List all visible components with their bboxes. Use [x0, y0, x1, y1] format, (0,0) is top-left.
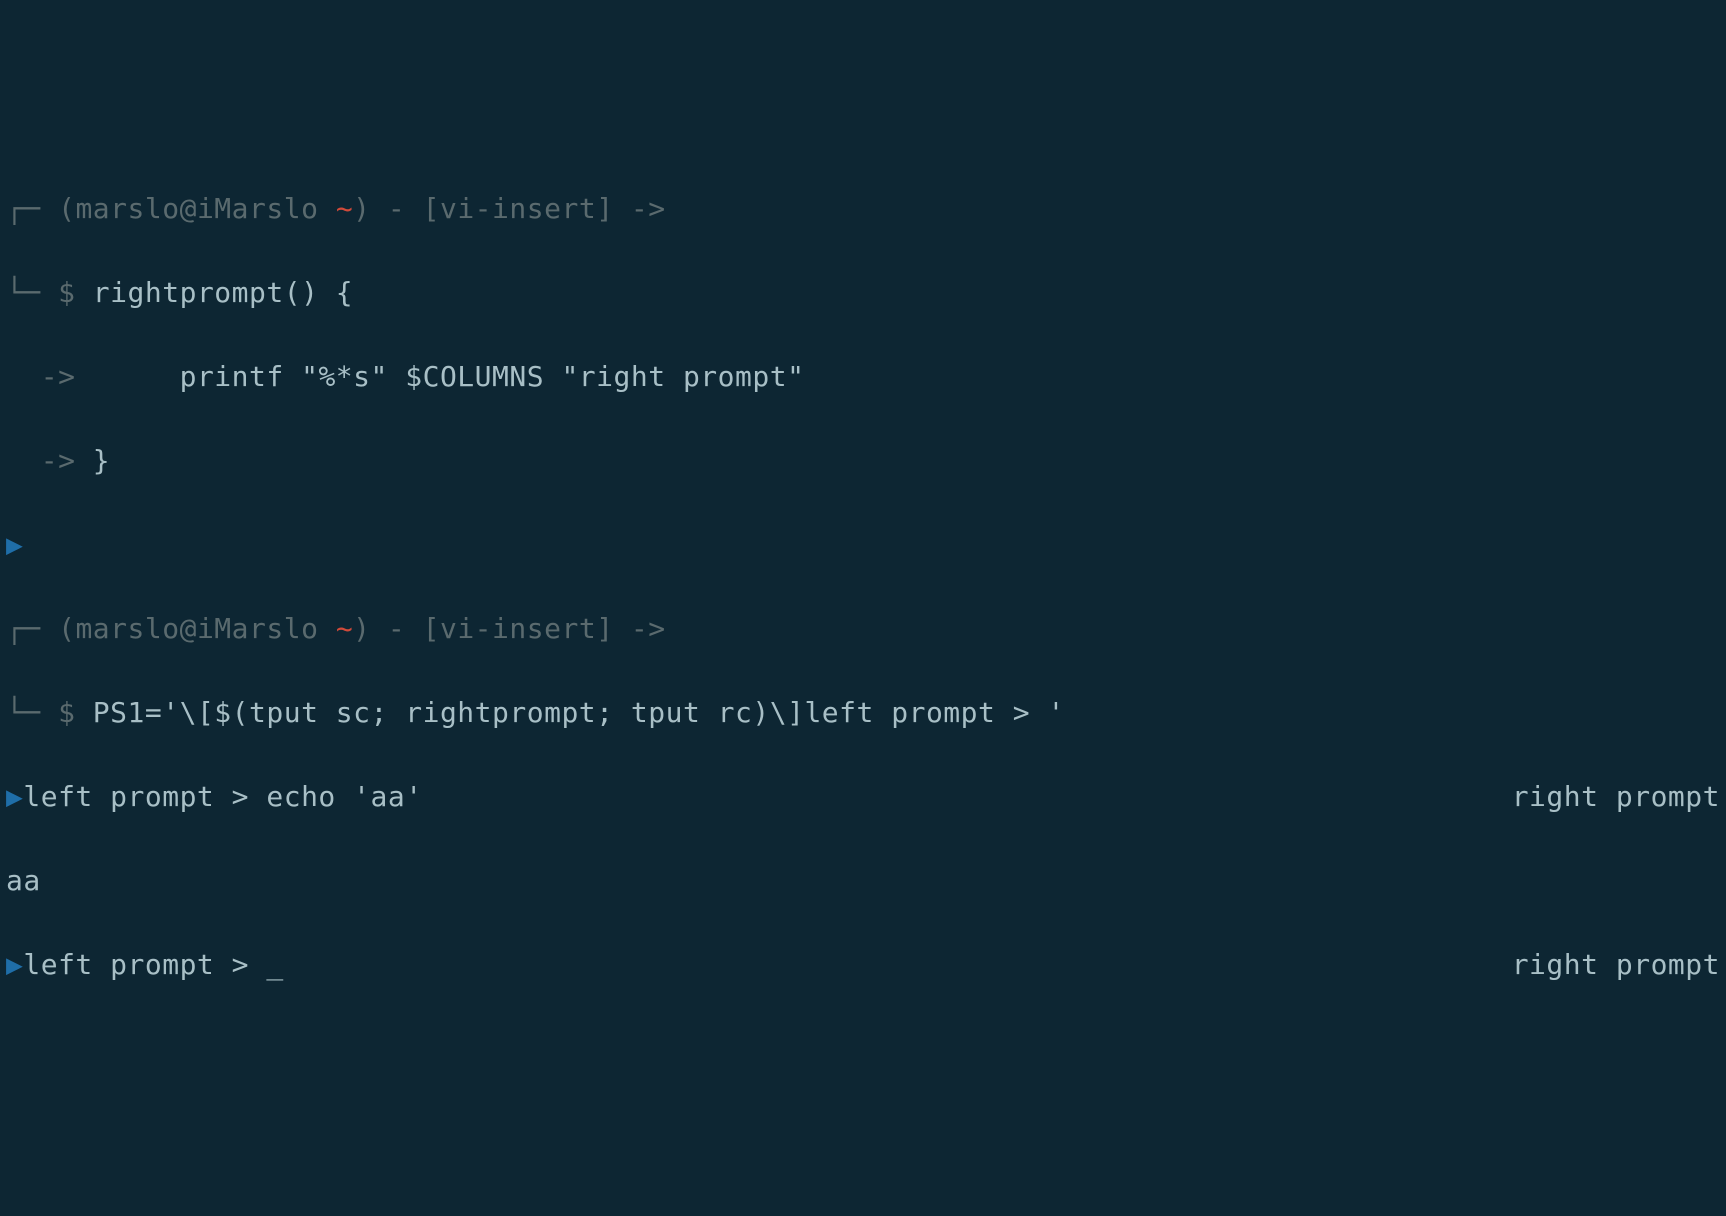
dollar-prompt: $ [58, 276, 93, 309]
cont-arrow-icon: -> [6, 360, 93, 393]
prompt-header-2: ┌─ (marslo@iMarslo ~) - [vi-insert] -> [6, 608, 1720, 650]
command-text: rightprompt() { [93, 276, 353, 309]
command-line-2[interactable]: └─ $ PS1='\[$(tput sc; rightprompt; tput… [6, 692, 1720, 734]
paren-close: ) [353, 192, 370, 225]
right-prompt-text: right prompt [1512, 776, 1720, 818]
bracket-open: ┌─ [6, 192, 58, 225]
sep: - [371, 192, 423, 225]
triangle-mark-icon: ▶ [6, 528, 23, 561]
prompt-header-1: ┌─ (marslo@iMarslo ~) - [vi-insert] -> [6, 188, 1720, 230]
output-line: aa [6, 860, 1720, 902]
bracket-open: ┌─ [6, 612, 58, 645]
mode-close: ] [596, 612, 613, 645]
paren-open: ( [58, 612, 75, 645]
vi-mode: vi-insert [440, 192, 596, 225]
arrow-icon: -> [614, 612, 666, 645]
mode-open: [ [423, 612, 440, 645]
cont-text: printf "%*s" $COLUMNS "right prompt" [93, 360, 805, 393]
continuation-line-1[interactable]: -> printf "%*s" $COLUMNS "right prompt" [6, 356, 1720, 398]
user-host: marslo@iMarslo [75, 192, 335, 225]
tilde-icon: ~ [336, 192, 353, 225]
bracket-close: └─ [6, 696, 58, 729]
command-text: PS1='\[$(tput sc; rightprompt; tput rc)\… [93, 696, 1065, 729]
result-line-2[interactable]: ▶left prompt > _ right prompt [6, 944, 1720, 986]
cursor-icon: _ [266, 948, 283, 981]
paren-close: ) [353, 612, 370, 645]
mode-open: [ [423, 192, 440, 225]
bracket-close: └─ [6, 276, 58, 309]
paren-open: ( [58, 192, 75, 225]
triangle-mark-icon: ▶ [6, 780, 23, 813]
tilde-icon: ~ [336, 612, 353, 645]
cont-arrow-icon: -> [6, 444, 93, 477]
cont-text: } [93, 444, 110, 477]
divider-mark-line: ▶ [6, 524, 1720, 566]
left-prompt-text: left prompt > [23, 948, 266, 981]
triangle-mark-icon: ▶ [6, 948, 23, 981]
left-prompt-text: left prompt > echo 'aa' [23, 780, 422, 813]
user-host: marslo@iMarslo [75, 612, 335, 645]
right-prompt-text: right prompt [1512, 944, 1720, 986]
mode-close: ] [596, 192, 613, 225]
dollar-prompt: $ [58, 696, 93, 729]
vi-mode: vi-insert [440, 612, 596, 645]
sep: - [371, 612, 423, 645]
command-line-1[interactable]: └─ $ rightprompt() { [6, 272, 1720, 314]
result-line-1[interactable]: ▶left prompt > echo 'aa' right prompt [6, 776, 1720, 818]
continuation-line-2[interactable]: -> } [6, 440, 1720, 482]
arrow-icon: -> [614, 192, 666, 225]
